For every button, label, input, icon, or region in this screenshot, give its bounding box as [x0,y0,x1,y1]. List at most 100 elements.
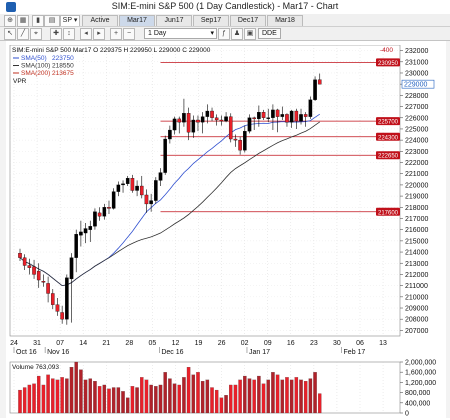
volume-bar[interactable] [51,378,55,414]
scroll-right-icon[interactable]: ▸ [93,28,105,40]
volume-bar[interactable] [140,377,144,414]
volume-bar[interactable] [116,387,121,414]
tab-mar18[interactable]: Mar18 [267,15,303,26]
candle-body[interactable] [27,265,32,268]
volume-bar[interactable] [125,397,130,414]
crosshair-tool-icon[interactable]: ✚ [50,28,62,40]
volume-bar[interactable] [130,386,135,414]
volume-bar[interactable] [27,384,32,414]
volume-bar[interactable] [41,384,46,414]
candle-body[interactable] [93,211,97,227]
volume-bar[interactable] [285,377,289,414]
volume-bar[interactable] [135,387,139,414]
indicator-icon[interactable]: ƒ [218,28,230,40]
candle-body[interactable] [144,194,149,205]
volume-bar[interactable] [243,375,247,414]
zoom-in-icon[interactable]: + [110,28,122,40]
candle-body[interactable] [285,114,289,123]
volume-bar[interactable] [200,381,205,414]
candle-body[interactable] [299,114,303,122]
candle-body[interactable] [50,293,55,305]
tab-jun17[interactable]: Jun17 [156,15,192,26]
volume-bar[interactable] [79,369,83,414]
tab-active[interactable]: Active [82,15,118,26]
candle-body[interactable] [186,113,191,133]
candle-body[interactable] [130,178,135,191]
volume-bar[interactable] [191,374,196,414]
volume-bar[interactable] [229,384,233,414]
candle-body[interactable] [121,183,125,186]
volume-bar[interactable] [69,367,74,414]
candle-body[interactable] [247,117,252,132]
candle-body[interactable] [196,119,200,123]
volume-bar[interactable] [172,383,177,414]
volume-bar[interactable] [93,381,97,414]
volume-bar[interactable] [36,375,41,414]
candle-body[interactable] [243,131,247,151]
candle-body[interactable] [275,109,280,117]
volume-bar[interactable] [205,379,210,414]
volume-bar[interactable] [74,361,78,414]
volume-bar[interactable] [177,384,181,414]
volume-bar[interactable] [214,389,219,414]
volume-bar[interactable] [224,395,228,414]
chart-area[interactable]: 24 31 07 14 21 28 05 12 19 26 02 09 16 23 30 06 13 Oct 16… [6,41,446,418]
crosshair-icon[interactable]: ⊕ [4,15,16,27]
candle-body[interactable] [168,129,172,140]
candle-body[interactable] [200,116,205,123]
candle-body[interactable] [233,138,238,141]
cursor-icon[interactable]: ↖ [4,28,16,40]
volume-bar[interactable] [102,384,107,414]
volume-bar[interactable] [111,387,116,414]
tab-mar17[interactable]: Mar17 [119,15,155,26]
candle-body[interactable] [182,113,186,123]
volume-bar[interactable] [168,378,172,414]
strategy-icon[interactable]: ♟ [231,28,243,40]
candle-body[interactable] [111,191,116,209]
volume-bar[interactable] [144,379,149,414]
symbol-selector[interactable]: SP ▾ [60,15,80,26]
volume-bar[interactable] [294,377,299,414]
candle-body[interactable] [102,207,107,217]
candle-body[interactable] [69,257,74,280]
volume-bar[interactable] [271,372,275,414]
candle-body[interactable] [18,253,22,258]
volume-bar[interactable] [308,378,313,414]
candle-body[interactable] [154,180,158,201]
candle-body[interactable] [116,184,121,192]
candle-body[interactable] [139,185,144,196]
candle-body[interactable] [303,114,308,117]
volume-bar[interactable] [158,384,163,414]
candle-body[interactable] [228,116,233,140]
candle-body[interactable] [294,110,299,122]
volume-bar[interactable] [275,374,280,414]
chart-canvas[interactable]: 24 31 07 14 21 28 05 12 19 26 02 09 16 23 30 06 13 Oct 16… [6,41,446,418]
candle-body[interactable] [36,270,41,281]
candle-body[interactable] [280,114,285,117]
volume-bar[interactable] [107,388,111,414]
volume-bar[interactable] [289,379,294,414]
candle-body[interactable] [289,110,294,123]
volume-bar[interactable] [121,391,125,414]
measure-icon[interactable]: ↕ [63,28,75,40]
candle-body[interactable] [65,277,69,320]
volume-bar[interactable] [266,379,270,414]
volume-bar[interactable] [154,386,158,414]
volume-bar[interactable] [46,374,50,414]
candle-body[interactable] [135,185,139,191]
candle-body[interactable] [60,312,64,320]
candle-body[interactable] [252,117,256,120]
candle-body[interactable] [22,257,27,266]
volume-bar[interactable] [313,372,317,414]
volume-bar[interactable] [55,379,60,414]
candle-body[interactable] [219,119,224,122]
volume-bar[interactable] [18,389,22,414]
candle-body[interactable] [177,118,182,123]
volume-bar[interactable] [60,377,64,414]
data-box-icon[interactable]: ▣ [244,28,256,40]
candle-body[interactable] [191,119,196,133]
volume-bar[interactable] [196,372,200,414]
candle-body[interactable] [149,200,153,205]
candle-body[interactable] [46,283,50,294]
candle-body[interactable] [79,231,83,236]
